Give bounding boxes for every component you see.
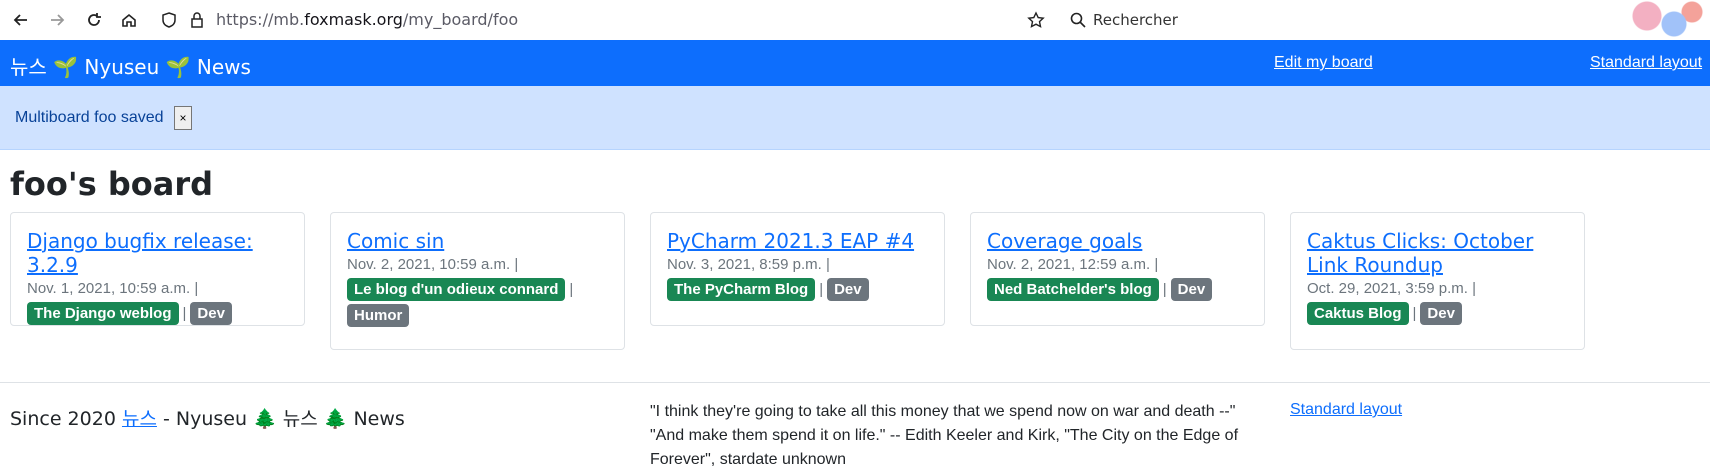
article-date: Nov. 2, 2021, 12:59 a.m. |	[987, 256, 1159, 273]
alert-message: Multiboard foo saved	[15, 109, 164, 126]
forward-icon[interactable]	[44, 7, 70, 33]
article-title-link[interactable]: Coverage goals	[987, 229, 1248, 253]
star-icon[interactable]	[1023, 7, 1049, 33]
article-card: Django bugfix release: 3.2.9 Nov. 1, 202…	[10, 212, 305, 326]
back-icon[interactable]	[8, 7, 34, 33]
article-tags: Ned Batchelder's blog | Dev	[987, 277, 1248, 303]
footer-since: Since 2020 뉴스 - Nyuseu 🌲 뉴스 🌲 News	[10, 404, 405, 431]
source-badge[interactable]: The PyCharm Blog	[667, 278, 816, 301]
url-bar[interactable]: https://mb.foxmask.org/my_board/foo	[216, 10, 518, 29]
tag-badge[interactable]: Dev	[827, 278, 869, 301]
edit-board-link[interactable]: Edit my board	[1274, 54, 1373, 72]
url-path: /my_board/foo	[402, 10, 519, 29]
footer-standard-layout-link[interactable]: Standard layout	[1290, 401, 1402, 419]
article-card: Coverage goals Nov. 2, 2021, 12:59 a.m. …	[970, 212, 1265, 326]
source-badge[interactable]: Ned Batchelder's blog	[987, 278, 1159, 301]
url-host: foxmask.org	[304, 10, 403, 29]
article-title-link[interactable]: Caktus Clicks: October Link Roundup	[1307, 229, 1568, 277]
app-navbar: 뉴스 🌱 Nyuseu 🌱 News Edit my board Standar…	[0, 40, 1710, 86]
separator: |	[569, 281, 574, 298]
shield-icon[interactable]	[156, 7, 182, 33]
page-title: foo's board	[10, 165, 214, 203]
success-alert: Multiboard foo saved	[0, 86, 1710, 150]
brand-logo[interactable]: 뉴스 🌱 Nyuseu 🌱 News	[10, 51, 251, 80]
separator: |	[1412, 305, 1417, 322]
url-prefix: https://mb.	[216, 10, 305, 29]
alert-close-button[interactable]: ×	[174, 106, 192, 130]
since-rest: - Nyuseu 🌲 뉴스 🌲 News	[162, 408, 405, 430]
article-date: Nov. 1, 2021, 10:59 a.m. |	[27, 280, 199, 297]
footer-divider	[0, 382, 1710, 383]
article-card: Caktus Clicks: October Link Roundup Oct.…	[1290, 212, 1585, 350]
toolbar-decoration	[1620, 0, 1710, 40]
home-icon[interactable]	[116, 7, 142, 33]
separator: |	[182, 305, 187, 322]
reload-icon[interactable]	[81, 7, 107, 33]
article-title-link[interactable]: PyCharm 2021.3 EAP #4	[667, 229, 928, 253]
source-badge[interactable]: Le blog d'un odieux connard	[347, 278, 566, 301]
separator: |	[1162, 281, 1167, 298]
article-date: Nov. 3, 2021, 8:59 p.m. |	[667, 256, 830, 273]
since-link[interactable]: 뉴스	[122, 408, 157, 430]
browser-toolbar: https://mb.foxmask.org/my_board/foo Rech…	[0, 0, 1710, 41]
quote-line-1: "I think they're going to take all this …	[650, 403, 1236, 420]
tag-badge[interactable]: Humor	[347, 304, 410, 327]
source-badge[interactable]: Caktus Blog	[1307, 302, 1409, 325]
source-badge[interactable]: The Django weblog	[27, 302, 179, 325]
standard-layout-link[interactable]: Standard layout	[1590, 54, 1702, 72]
article-card: PyCharm 2021.3 EAP #4 Nov. 3, 2021, 8:59…	[650, 212, 945, 326]
since-text: Since 2020	[10, 408, 116, 430]
article-card: Comic sin Nov. 2, 2021, 10:59 a.m. | Le …	[330, 212, 625, 350]
search-input[interactable]: Rechercher	[1093, 11, 1178, 29]
tag-badge[interactable]: Dev	[1170, 278, 1213, 301]
tag-badge[interactable]: Dev	[1420, 302, 1462, 325]
article-tags: The Django weblog | Dev	[27, 301, 288, 327]
article-date: Nov. 2, 2021, 10:59 a.m. |	[347, 256, 519, 273]
separator: |	[819, 281, 824, 298]
article-tags: Le blog d'un odieux connard | Humor	[347, 277, 608, 329]
article-tags: The PyCharm Blog | Dev	[667, 277, 928, 303]
article-date: Oct. 29, 2021, 3:59 p.m. |	[1307, 280, 1476, 297]
article-title-link[interactable]: Django bugfix release: 3.2.9	[27, 229, 288, 277]
lock-icon[interactable]	[184, 7, 210, 33]
footer-quote: "I think they're going to take all this …	[650, 400, 1250, 472]
article-tags: Caktus Blog | Dev	[1307, 301, 1568, 327]
search-icon	[1065, 7, 1091, 33]
article-title-link[interactable]: Comic sin	[347, 229, 608, 253]
quote-line-2: "And make them spend it on life." -- Edi…	[650, 427, 1239, 468]
tag-badge[interactable]: Dev	[190, 302, 232, 325]
